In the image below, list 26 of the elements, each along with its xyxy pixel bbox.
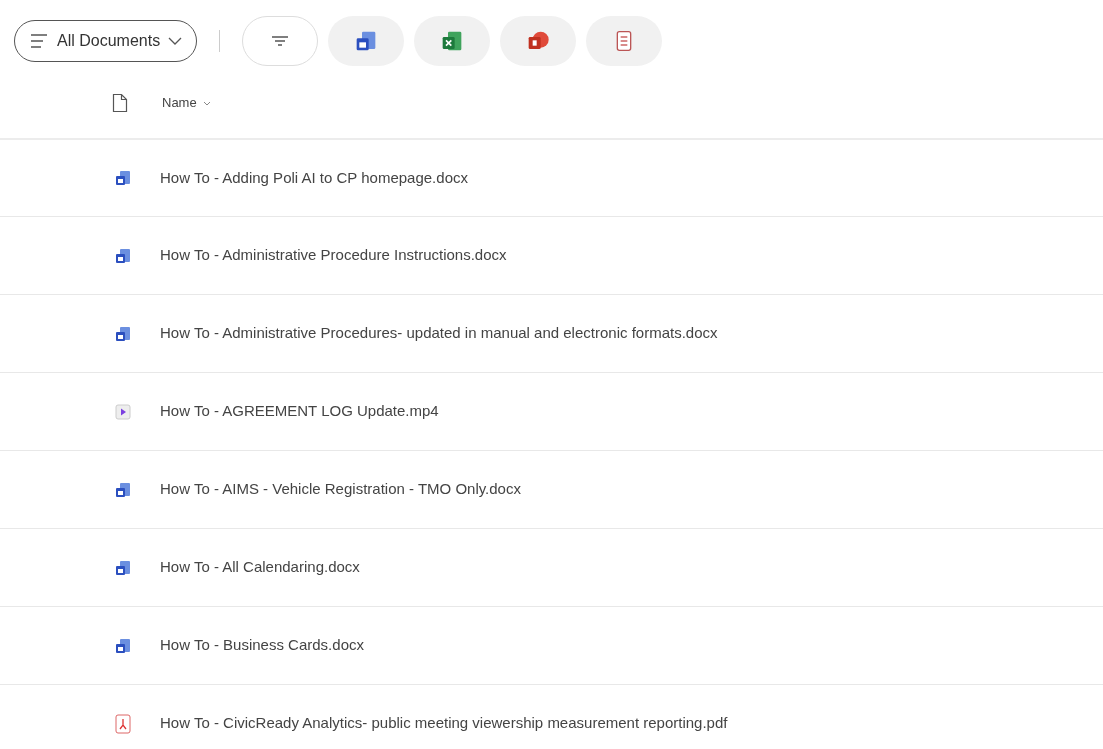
file-name-link[interactable]: How To - Business Cards.docx xyxy=(160,634,364,657)
file-type-filter-button[interactable] xyxy=(328,16,405,66)
file-name-link[interactable]: How To - Administrative Procedure Instructions.docx xyxy=(160,244,507,267)
file-name-link[interactable]: How To - CivicReady Analytics- public meeting viewership measurement reporting.pdf xyxy=(160,712,728,735)
file-type-filter-button[interactable] xyxy=(414,16,491,66)
word-document-icon xyxy=(114,480,132,499)
filter-icon xyxy=(270,34,291,48)
view-selector-button[interactable]: All Documents xyxy=(14,20,198,62)
word-document-icon xyxy=(114,246,132,265)
video-file-icon xyxy=(114,402,132,421)
file-name-link[interactable]: How To - AGREEMENT LOG Update.mp4 xyxy=(160,400,439,423)
file-name-link[interactable]: How To - Administrative Procedures- updated in manual and electronic formats.docx xyxy=(160,322,718,345)
word-document-icon xyxy=(114,558,132,577)
file-name-link[interactable]: How To - AIMS - Vehicle Registration - TMO Only.docx xyxy=(160,478,521,501)
pdf-file-icon xyxy=(114,713,132,734)
word-document-icon xyxy=(114,636,132,655)
chevron-down-icon xyxy=(168,37,183,45)
menu-icon xyxy=(29,33,49,49)
column-header[interactable]: Name xyxy=(156,92,217,114)
chevron-down-icon xyxy=(202,100,211,106)
file-type-filter-button[interactable] xyxy=(500,16,577,66)
word-document-icon xyxy=(114,324,132,343)
file-name-link[interactable]: How To - All Calendaring.docx xyxy=(160,556,360,579)
word-document-icon xyxy=(114,169,132,187)
file-name-link[interactable]: How To - Adding Poli AI to CP homepage.docx xyxy=(160,166,468,190)
document-icon xyxy=(112,93,128,113)
